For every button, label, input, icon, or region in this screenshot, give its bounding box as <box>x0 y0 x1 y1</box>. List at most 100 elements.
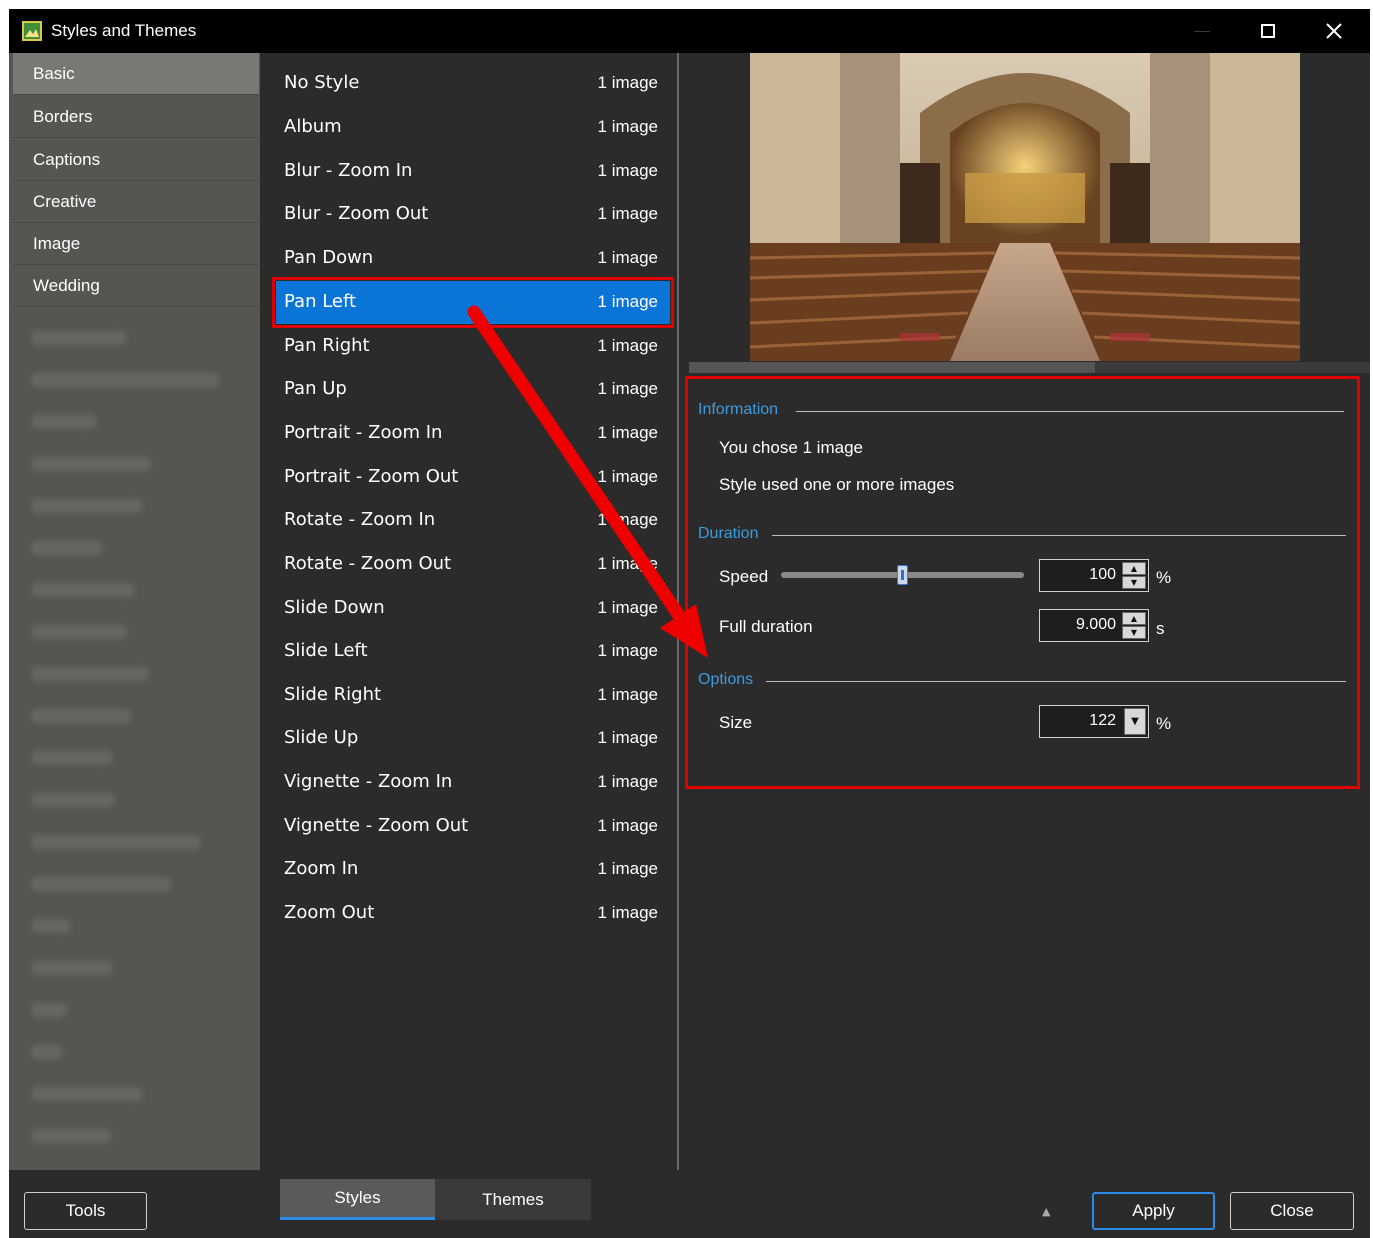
style-count: 1 image <box>597 728 658 747</box>
speed-label: Speed <box>719 567 769 586</box>
category-label: Borders <box>33 107 93 126</box>
style-row-zoom-in[interactable]: Zoom In 1 image <box>276 848 670 891</box>
style-row-album[interactable]: Album 1 image <box>276 106 670 149</box>
style-row-slide-right[interactable]: Slide Right 1 image <box>276 674 670 717</box>
style-name: No Style <box>284 72 360 93</box>
category-label: Wedding <box>33 276 100 295</box>
apply-button[interactable]: Apply <box>1092 1192 1215 1230</box>
style-name: Album <box>284 116 342 137</box>
style-row-zoom-out[interactable]: Zoom Out 1 image <box>276 892 670 935</box>
style-row-pan-up[interactable]: Pan Up 1 image <box>276 368 670 411</box>
decrement-icon[interactable]: ▼ <box>1122 626 1146 639</box>
blurred-category <box>31 709 131 723</box>
style-row-pan-down[interactable]: Pan Down 1 image <box>276 237 670 280</box>
style-name: Blur - Zoom Out <box>284 203 429 224</box>
category-label: Captions <box>33 150 101 169</box>
style-name: Rotate - Zoom Out <box>284 553 452 574</box>
style-name: Slide Down <box>284 597 385 618</box>
blurred-category <box>31 1003 67 1017</box>
full-duration-label: Full duration <box>719 617 813 636</box>
blurred-category <box>31 877 171 891</box>
blurred-category <box>31 1087 143 1101</box>
style-count: 1 image <box>597 816 658 835</box>
preview-scrollbar[interactable] <box>689 362 1370 373</box>
style-row-portrait-zoom-in[interactable]: Portrait - Zoom In 1 image <box>276 412 670 455</box>
style-row-no-style[interactable]: No Style 1 image <box>276 62 670 105</box>
increment-icon[interactable]: ▲ <box>1122 612 1146 625</box>
style-row-portrait-zoom-out[interactable]: Portrait - Zoom Out 1 image <box>276 456 670 499</box>
style-name: Portrait - Zoom In <box>284 422 443 443</box>
increment-icon[interactable]: ▲ <box>1122 562 1146 575</box>
section-divider <box>772 535 1346 536</box>
size-dropdown[interactable]: 122 ▼ <box>1039 705 1149 738</box>
category-wedding[interactable]: Wedding <box>13 265 259 307</box>
blurred-category <box>31 373 219 387</box>
tab-themes[interactable]: Themes <box>435 1179 591 1220</box>
blurred-category <box>31 583 135 597</box>
speed-spinbox[interactable]: 100 ▲ ▼ <box>1039 559 1149 592</box>
style-count: 1 image <box>597 903 658 922</box>
style-row-pan-right[interactable]: Pan Right 1 image <box>276 325 670 368</box>
blurred-category <box>31 541 103 555</box>
size-label: Size <box>719 713 753 732</box>
blurred-category <box>31 457 151 471</box>
speed-value: 100 <box>1089 566 1116 583</box>
category-borders[interactable]: Borders <box>13 96 259 138</box>
category-creative[interactable]: Creative <box>13 181 259 223</box>
style-row-pan-left[interactable]: Pan Left 1 image <box>272 277 674 328</box>
style-name: Slide Up <box>284 727 359 748</box>
style-name: Zoom In <box>284 858 359 879</box>
blurred-category <box>31 1045 63 1059</box>
style-row-vignette-zoom-out[interactable]: Vignette - Zoom Out 1 image <box>276 805 670 848</box>
section-divider <box>766 681 1346 682</box>
style-name: Pan Right <box>284 335 370 356</box>
chevron-down-icon[interactable]: ▼ <box>1124 708 1146 735</box>
blurred-category <box>31 793 115 807</box>
style-row-blur-zoom-out[interactable]: Blur - Zoom Out 1 image <box>276 193 670 236</box>
category-captions[interactable]: Captions <box>13 139 259 181</box>
speed-stepper[interactable]: ▲ ▼ <box>1122 562 1146 589</box>
full-duration-spinbox[interactable]: 9.000 ▲ ▼ <box>1039 609 1149 642</box>
category-label: Creative <box>33 192 97 211</box>
tab-styles[interactable]: Styles <box>280 1179 435 1220</box>
style-count: 1 image <box>597 641 658 660</box>
style-row-slide-up[interactable]: Slide Up 1 image <box>276 717 670 760</box>
style-row-vignette-zoom-in[interactable]: Vignette - Zoom In 1 image <box>276 761 670 804</box>
blurred-category <box>31 835 201 849</box>
style-count: 1 image <box>597 336 658 355</box>
style-row-slide-left[interactable]: Slide Left 1 image <box>276 630 670 673</box>
style-count: 1 image <box>597 510 658 529</box>
style-count: 1 image <box>597 685 658 704</box>
category-image[interactable]: Image <box>13 223 259 265</box>
blurred-category <box>31 625 127 639</box>
close-button[interactable]: Close <box>1230 1192 1354 1230</box>
minimize-button[interactable] <box>1169 9 1235 53</box>
size-unit: % <box>1156 714 1172 733</box>
style-name: Vignette - Zoom In <box>284 771 453 792</box>
category-basic[interactable]: Basic <box>13 53 259 95</box>
maximize-button[interactable] <box>1235 9 1301 53</box>
tools-label: Tools <box>65 1201 106 1220</box>
close-label: Close <box>1270 1201 1314 1220</box>
blurred-category <box>31 331 127 345</box>
tools-button[interactable]: Tools <box>24 1192 147 1230</box>
close-icon <box>1326 23 1342 39</box>
scroll-up-icon[interactable]: ▲ <box>1042 1205 1050 1218</box>
used-text: Style used one or more images <box>719 475 955 494</box>
style-count: 1 image <box>597 598 658 617</box>
style-name: Rotate - Zoom In <box>284 509 436 530</box>
speed-slider-thumb[interactable] <box>897 565 908 585</box>
style-row-slide-down[interactable]: Slide Down 1 image <box>276 587 670 630</box>
style-row-rotate-zoom-in[interactable]: Rotate - Zoom In 1 image <box>276 499 670 542</box>
style-row-rotate-zoom-out[interactable]: Rotate - Zoom Out 1 image <box>276 543 670 586</box>
style-preview-image <box>750 53 1300 361</box>
close-window-button[interactable] <box>1301 9 1367 53</box>
category-label: Image <box>33 234 81 253</box>
style-row-blur-zoom-in[interactable]: Blur - Zoom In 1 image <box>276 150 670 193</box>
style-name: Portrait - Zoom Out <box>284 466 459 487</box>
decrement-icon[interactable]: ▼ <box>1122 576 1146 589</box>
full-duration-stepper[interactable]: ▲ ▼ <box>1122 612 1146 639</box>
blurred-category <box>31 499 143 513</box>
options-header: Options <box>698 671 754 688</box>
preview-scrollbar-thumb[interactable] <box>689 362 1095 373</box>
